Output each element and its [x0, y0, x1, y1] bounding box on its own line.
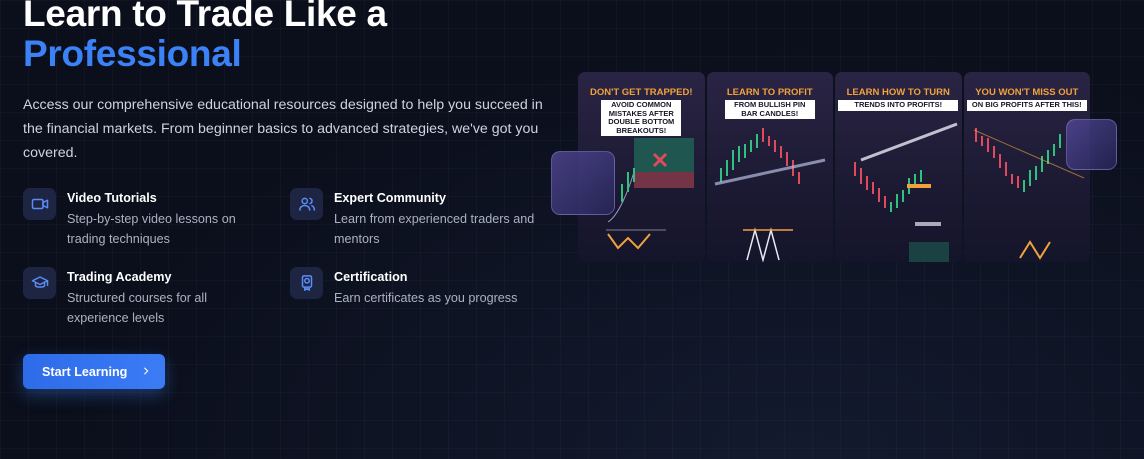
chevron-right-icon	[141, 365, 151, 379]
course-thumbnail-3[interactable]: LEARN HOW TO TURN TRENDS INTO PROFITS!	[835, 72, 962, 262]
decorative-glass-tile-left	[551, 151, 615, 215]
feature-description: Step-by-step video lessons on trading te…	[67, 212, 236, 246]
thumbnail-headline: DON'T GET TRAPPED!	[589, 87, 693, 98]
feature-title: Expert Community	[334, 191, 446, 205]
course-thumbnail-2[interactable]: LEARN TO PROFIT FROM BULLISH PIN BAR CAN…	[706, 72, 833, 262]
feature-certification: Certification Earn certificates as you p…	[290, 267, 554, 308]
decorative-glass-tile-right	[1066, 119, 1117, 170]
feature-video-tutorials: Video Tutorials Step-by-step video lesso…	[23, 188, 247, 249]
feature-description: Earn certificates as you progress	[334, 291, 518, 305]
thumbnail-subhead: AVOID COMMON MISTAKES AFTER DOUBLE BOTTO…	[601, 100, 682, 136]
course-thumbnail-gallery: DON'T GET TRAPPED! AVOID COMMON MISTAKES…	[578, 72, 1090, 262]
feature-title: Video Tutorials	[67, 191, 157, 205]
thumbnail-subhead: TRENDS INTO PROFITS!	[838, 100, 959, 111]
thumbnail-headline: YOU WON'T MISS OUT	[975, 87, 1079, 98]
feature-expert-community: Expert Community Learn from experienced …	[290, 188, 544, 249]
thumbnail-subhead: ON BIG PROFITS AFTER THIS!	[966, 100, 1087, 111]
award-icon	[290, 267, 323, 299]
graduation-cap-icon	[23, 267, 56, 299]
feature-title: Trading Academy	[67, 270, 172, 284]
thumbnail-headline: LEARN HOW TO TURN	[846, 87, 950, 98]
thumbnail-headline: LEARN TO PROFIT	[726, 87, 813, 98]
feature-description: Structured courses for all experience le…	[67, 291, 207, 325]
hero-title-accent: Professional	[23, 33, 242, 74]
video-camera-icon	[23, 188, 56, 220]
thumbnail-subhead: FROM BULLISH PIN BAR CANDLES!	[724, 100, 815, 119]
start-learning-button[interactable]: Start Learning	[23, 354, 165, 389]
hero-title: Learn to Trade Like a Professional	[23, 0, 387, 74]
start-learning-label: Start Learning	[42, 364, 128, 379]
feature-trading-academy: Trading Academy Structured courses for a…	[23, 267, 227, 328]
feature-title: Certification	[334, 270, 408, 284]
users-icon	[290, 188, 323, 220]
hero-title-line1: Learn to Trade Like a	[23, 0, 387, 34]
hero-description: Access our comprehensive educational res…	[23, 97, 543, 161]
feature-description: Learn from experienced traders and mento…	[334, 212, 535, 246]
